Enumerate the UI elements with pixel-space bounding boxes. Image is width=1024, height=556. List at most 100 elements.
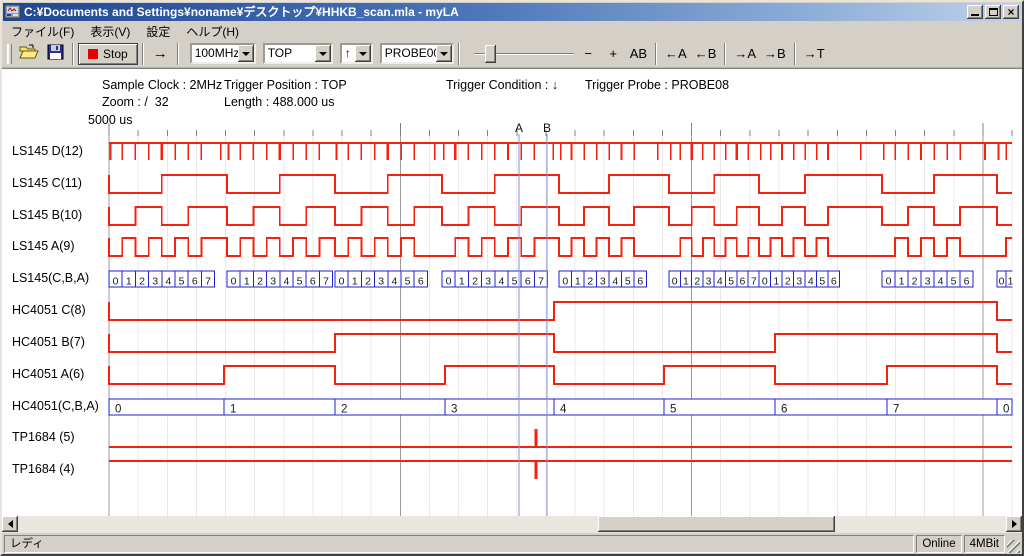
svg-text:1: 1 [683,276,689,288]
close-icon: × [1007,7,1014,17]
arrow-right-icon [1012,520,1021,528]
svg-text:4: 4 [283,276,289,288]
toolbar-separator [724,43,726,65]
svg-text:2: 2 [365,276,371,288]
scroll-right-button[interactable] [1006,516,1022,532]
svg-text:2: 2 [587,276,593,288]
svg-text:5: 5 [512,276,518,288]
waveform-canvas: 0123456701234567012345601234567012345601… [2,69,1022,516]
status-online: Online [916,535,961,553]
svg-text:0: 0 [339,276,345,288]
svg-text:1: 1 [1008,276,1014,288]
move-b-left-button[interactable]: ←B [691,42,721,66]
waveform-channel-8: 012345670 [109,399,1012,416]
waveform-channel-4: 0123456701234567012345601234567012345601… [109,271,1015,288]
toolbar-grip[interactable] [7,44,12,64]
goto-trigger-button[interactable]: →T [800,42,829,66]
minimize-button[interactable] [967,5,983,19]
move-a-right-button[interactable]: →A [730,42,760,66]
svg-text:2: 2 [139,276,145,288]
trigger-position-value: TOP [265,45,315,62]
svg-text:2: 2 [341,404,347,416]
maximize-button[interactable] [985,5,1001,19]
waveform-channel-2 [109,207,1012,225]
trigger-edge-value: ↑ [342,45,355,62]
cursor-a[interactable]: A [515,121,523,516]
menu-file[interactable]: ファイル(F) [3,21,82,42]
svg-text:4: 4 [808,276,814,288]
chevron-down-icon[interactable] [355,45,371,62]
trigger-edge-select[interactable]: ↑ [340,43,373,64]
svg-text:6: 6 [781,404,787,416]
svg-text:6: 6 [192,276,198,288]
svg-text:5: 5 [728,276,734,288]
app-window: C:¥Documents and Settings¥noname¥デスクトップ¥… [0,0,1024,556]
svg-text:4: 4 [612,276,618,288]
zoom-out-button[interactable]: − [576,42,601,66]
menu-settings[interactable]: 設定 [138,21,178,42]
svg-text:1: 1 [773,276,779,288]
svg-text:2: 2 [912,276,918,288]
zoom-slider-thumb[interactable] [485,45,496,63]
svg-text:6: 6 [964,276,970,288]
move-b-right-button[interactable]: →B [760,42,790,66]
arrow-left-icon [4,520,13,528]
svg-text:0: 0 [562,276,568,288]
status-memory: 4MBit [964,535,1005,553]
run-button[interactable]: → [148,42,173,66]
save-button[interactable] [43,42,68,66]
open-button[interactable] [15,42,43,66]
waveform-channel-1 [109,175,1012,193]
sample-clock-value: 100MHz [192,45,238,62]
svg-text:1: 1 [459,276,465,288]
move-a-left-button[interactable]: ←A [661,42,691,66]
svg-text:1: 1 [352,276,358,288]
resize-grip[interactable] [1007,540,1020,553]
svg-text:5: 5 [670,404,676,416]
stop-button[interactable]: Stop [78,43,138,65]
open-folder-icon [19,44,39,60]
waveform-channel-10 [109,461,1012,479]
svg-text:7: 7 [893,404,899,416]
waveform-channel-7 [109,366,1012,384]
svg-text:0: 0 [113,276,119,288]
svg-text:2: 2 [472,276,478,288]
window-title: C:¥Documents and Settings¥noname¥デスクトップ¥… [24,4,967,20]
svg-text:6: 6 [525,276,531,288]
svg-text:6: 6 [310,276,316,288]
stop-label: Stop [103,47,128,61]
scroll-left-button[interactable] [2,516,18,532]
cursor-ab-button[interactable]: AB [626,42,651,66]
toolbar-separator [72,43,74,65]
chevron-down-icon[interactable] [315,45,331,62]
svg-text:0: 0 [231,276,237,288]
svg-text:5: 5 [951,276,957,288]
menu-view[interactable]: 表示(V) [82,21,138,42]
time-ruler [109,123,1012,136]
horizontal-scrollbar[interactable] [2,516,1022,533]
cursor-b[interactable]: B [543,121,551,516]
scrollbar-thumb[interactable] [598,516,835,532]
svg-text:3: 3 [796,276,802,288]
waveform-panel: Sample Clock : 2MHz Zoom : / 32 Trigger … [2,68,1022,516]
trigger-probe-select[interactable]: PROBE00 [380,43,454,64]
trigger-position-select[interactable]: TOP [263,43,333,64]
svg-text:0: 0 [672,276,678,288]
zoom-slider[interactable] [472,43,576,65]
window-controls: × [967,5,1019,19]
svg-text:7: 7 [323,276,329,288]
menu-help[interactable]: ヘルプ(H) [178,21,247,42]
chevron-down-icon[interactable] [238,45,254,62]
svg-text:1: 1 [575,276,581,288]
svg-text:4: 4 [498,276,504,288]
close-button[interactable]: × [1003,5,1019,19]
svg-text:0: 0 [762,276,768,288]
sample-clock-select[interactable]: 100MHz [190,43,256,64]
zoom-in-button[interactable]: + [601,42,626,66]
waveform-channel-9 [109,429,1012,447]
chevron-down-icon[interactable] [436,45,452,62]
toolbar: Stop → 100MHz TOP ↑ PROBE00 − + AB ←A [2,40,1022,68]
waveform-channel-3 [109,238,1012,256]
svg-text:3: 3 [600,276,606,288]
svg-text:6: 6 [637,276,643,288]
